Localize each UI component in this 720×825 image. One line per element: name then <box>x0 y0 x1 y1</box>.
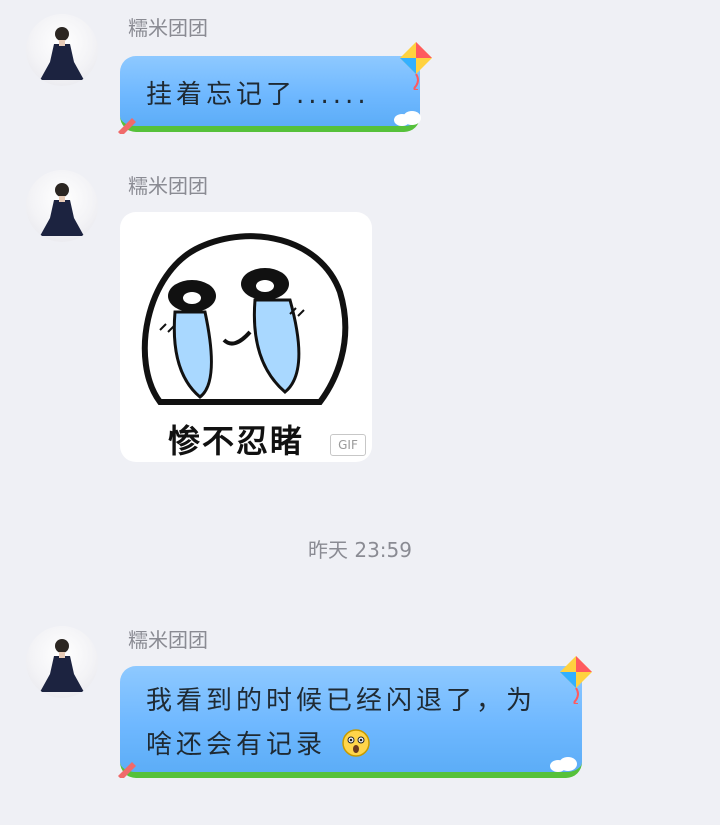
sender-name: 糯米团团 <box>128 16 208 40</box>
cloud-icon <box>550 757 577 772</box>
pencil-icon <box>118 118 136 134</box>
message-text-line-2: 啥还会有记录 <box>146 724 371 761</box>
user-avatar-icon <box>40 27 84 80</box>
sender-avatar[interactable] <box>26 14 98 86</box>
sender-avatar[interactable] <box>26 626 98 698</box>
message-text: 挂着忘记了...... <box>146 80 370 110</box>
sender-avatar[interactable] <box>26 170 98 242</box>
sticker-image[interactable]: 惨不忍睹 GIF <box>120 212 372 462</box>
message-text-line-2-text: 啥还会有记录 <box>146 730 327 760</box>
kite-icon <box>400 42 432 90</box>
user-avatar-icon <box>40 183 84 236</box>
message-bubble[interactable]: 挂着忘记了...... <box>120 56 420 132</box>
sender-name: 糯米团团 <box>128 628 208 652</box>
sticker-caption: 惨不忍睹 <box>168 422 305 460</box>
gif-badge: GIF <box>330 434 366 456</box>
cloud-icon <box>394 111 421 126</box>
timestamp: 昨天 23:59 <box>308 538 412 562</box>
pencil-icon <box>118 762 136 778</box>
surprised-face-icon <box>342 728 371 757</box>
message-bubble[interactable]: 我看到的时候已经闪退了，为 啥还会有记录 <box>120 666 582 778</box>
user-avatar-icon <box>40 639 84 692</box>
kite-icon <box>560 656 592 704</box>
message-text-line-1: 我看到的时候已经闪退了，为 <box>146 686 537 716</box>
sender-name: 糯米团团 <box>128 174 208 198</box>
